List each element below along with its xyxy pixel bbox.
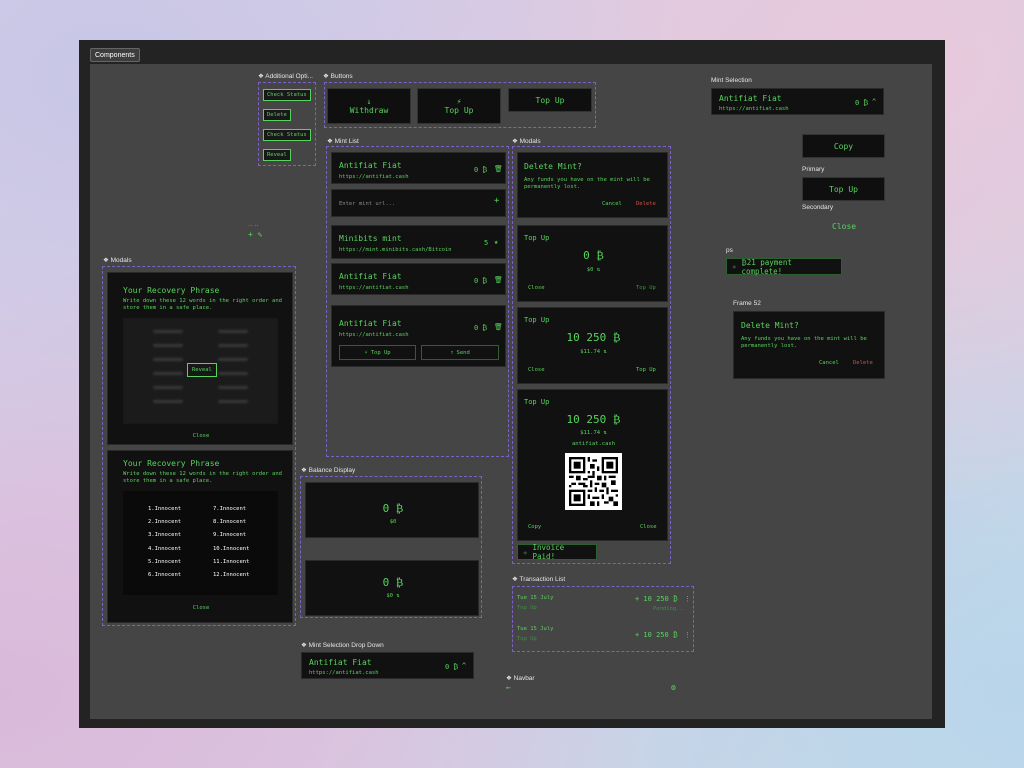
star-icon: ★ <box>494 238 499 246</box>
secondary-label: Secondary <box>802 204 834 211</box>
arrow-up-icon: ↑ <box>450 349 454 356</box>
delete-button[interactable]: Delete <box>853 360 873 366</box>
ps-label: ps <box>726 247 733 254</box>
navbar-label: ❖ Navbar <box>506 675 535 682</box>
delete-option-button[interactable]: Delete <box>263 109 291 121</box>
transaction-row[interactable]: Tue 15 July Top Up + 10 250 ₿ Pending...… <box>517 595 691 617</box>
trash-icon[interactable]: 🗑 <box>494 323 503 331</box>
mint-top-up-button[interactable]: ⚡ Top Up <box>339 345 416 360</box>
minibits-mint-item[interactable]: Minibits mint https://mint.minibits.cash… <box>331 225 506 259</box>
lightning-icon: ⚡ <box>456 97 462 106</box>
frame52-label: Frame 52 <box>733 300 761 307</box>
close-button[interactable]: Close <box>528 367 545 373</box>
copy-primary-button[interactable]: Copy <box>802 134 885 158</box>
buttons-label: ❖ Buttons <box>323 73 353 80</box>
transaction-row[interactable]: Tue 15 July Top Up + 10 250 ₿ ⋮ <box>517 626 691 648</box>
gear-icon[interactable]: ⚙ <box>671 683 676 692</box>
phrase-grid: 1.Innocent 2.Innocent 3.Innocent 4.Innoc… <box>123 491 278 595</box>
delete-button[interactable]: Delete <box>636 201 656 207</box>
balance-card-toggle[interactable]: 0 ₿ $0 ⇅ <box>305 560 479 616</box>
additional-options-frame: Check Status Delete Check Status Reveal <box>258 82 316 166</box>
modals-center-frame: Delete Mint? Any funds you have on the m… <box>512 146 671 564</box>
balance-display-label: ❖ Balance Display <box>301 467 356 474</box>
mint-send-button[interactable]: ↑ Send <box>421 345 499 360</box>
recovery-phrase-hidden-modal: Your Recovery Phrase Write down these 12… <box>107 272 293 445</box>
buttons-frame: ↓ Withdraw ⚡ Top Up Top Up <box>324 82 596 128</box>
balance-display-frame: 0 ₿ $0 0 ₿ $0 ⇅ <box>300 476 482 618</box>
top-up-plain-button[interactable]: Top Up <box>508 88 592 112</box>
mint-url-input[interactable]: Enter mint url... <box>339 201 395 207</box>
add-edit-icons[interactable]: + ✎ <box>248 230 262 239</box>
transaction-list-frame: Tue 15 July Top Up + 10 250 ₿ Pending...… <box>512 586 694 652</box>
mint-selection[interactable]: Antifiat Fiat https://antifiat.cash 0 ₿ … <box>711 88 884 115</box>
back-arrow-icon[interactable]: ← <box>506 683 511 692</box>
top-up-disabled-button[interactable]: Top Up <box>636 285 656 291</box>
top-up-modal-invoice: Top Up 10 250 ₿ $11.74 ⇅ antifiat.cash C… <box>517 389 668 541</box>
confetti-icon: ✧ <box>732 262 737 271</box>
check-status-button-2[interactable]: Check Status <box>263 129 311 141</box>
trash-icon[interactable]: 🗑 <box>494 165 503 173</box>
modals-left-frame: Your Recovery Phrase Write down these 12… <box>102 266 296 626</box>
additional-options-label: ❖ Additional Opti... <box>258 73 313 80</box>
delete-mint-modal: Delete Mint? Any funds you have on the m… <box>517 152 668 218</box>
confetti-icon: ✧ <box>523 547 528 557</box>
modals-center-label: ❖ Modals <box>512 138 541 145</box>
components-tab[interactable]: Components <box>90 48 140 62</box>
modals-left-label: ❖ Modals <box>103 257 132 264</box>
balance-card: 0 ₿ $0 <box>305 482 479 538</box>
close-button[interactable]: Close <box>108 433 294 439</box>
top-up-button[interactable]: ⚡ Top Up <box>417 88 501 124</box>
mint-item[interactable]: Antifiat Fiat https://antifiat.cash 0 ₿ … <box>331 152 506 184</box>
more-icon[interactable]: ⋮ <box>684 595 691 603</box>
invoice-qr-code[interactable] <box>565 453 622 510</box>
close-button[interactable]: Close <box>640 524 657 530</box>
payment-complete-toast: ✧ ₿21 payment complete! <box>726 258 842 276</box>
reveal-option-button[interactable]: Reveal <box>263 149 291 161</box>
mint-item-expanded[interactable]: Antifiat Fiat https://antifiat.cash 0 ₿ … <box>331 305 506 367</box>
mint-dropdown-label: ❖ Mint Selection Drop Down <box>301 642 384 649</box>
cancel-button[interactable]: Cancel <box>819 360 839 366</box>
delete-mint-modal-2: Delete Mint? Any funds you have on the m… <box>733 311 885 379</box>
mint-url-input-row[interactable]: Enter mint url... + <box>331 189 506 217</box>
cancel-button[interactable]: Cancel <box>602 201 622 207</box>
arrow-down-icon: ↓ <box>366 97 372 106</box>
close-button[interactable]: Close <box>108 605 294 611</box>
mint-list-frame: Antifiat Fiat https://antifiat.cash 0 ₿ … <box>326 146 509 457</box>
mint-list-label: ❖ Mint List <box>327 138 359 145</box>
copy-button[interactable]: Copy <box>528 524 541 530</box>
chevron-up-icon[interactable]: ^ <box>872 98 876 106</box>
top-up-modal-amount: Top Up 10 250 ₿ $11.74 ⇅ Close Top Up <box>517 307 668 384</box>
lightning-icon: ⚡ <box>364 349 368 356</box>
reveal-button[interactable]: Reveal <box>187 363 217 377</box>
top-up-primary-button[interactable]: Top Up <box>802 177 885 201</box>
more-icon[interactable]: ⋮ <box>684 631 691 639</box>
chevron-up-icon[interactable]: ^ <box>462 662 466 670</box>
check-status-button[interactable]: Check Status <box>263 89 311 101</box>
primary-label: Primary <box>802 166 825 173</box>
close-secondary-button[interactable]: Close <box>832 222 856 231</box>
withdraw-button[interactable]: ↓ Withdraw <box>327 88 411 124</box>
mint-item-2[interactable]: Antifiat Fiat https://antifiat.cash 0 ₿ … <box>331 263 506 295</box>
transaction-list-label: ❖ Transaction List <box>512 576 566 583</box>
recovery-phrase-revealed-modal: Your Recovery Phrase Write down these 12… <box>107 450 293 623</box>
mint-selection-dropdown[interactable]: Antifiat Fiat https://antifiat.cash 0 ₿ … <box>301 652 474 679</box>
mint-selection-label: Mint Selection <box>711 77 752 84</box>
trash-icon[interactable]: 🗑 <box>494 276 503 284</box>
invoice-paid-toast: ✧ Invoice Paid! <box>517 543 597 561</box>
dots-label: ·· ·· <box>248 222 259 229</box>
top-up-modal-empty: Top Up 0 ₿ $0 ⇅ Close Top Up <box>517 225 668 302</box>
close-button[interactable]: Close <box>528 285 545 291</box>
top-up-confirm-button[interactable]: Top Up <box>636 367 656 373</box>
plus-icon[interactable]: + <box>494 196 499 206</box>
